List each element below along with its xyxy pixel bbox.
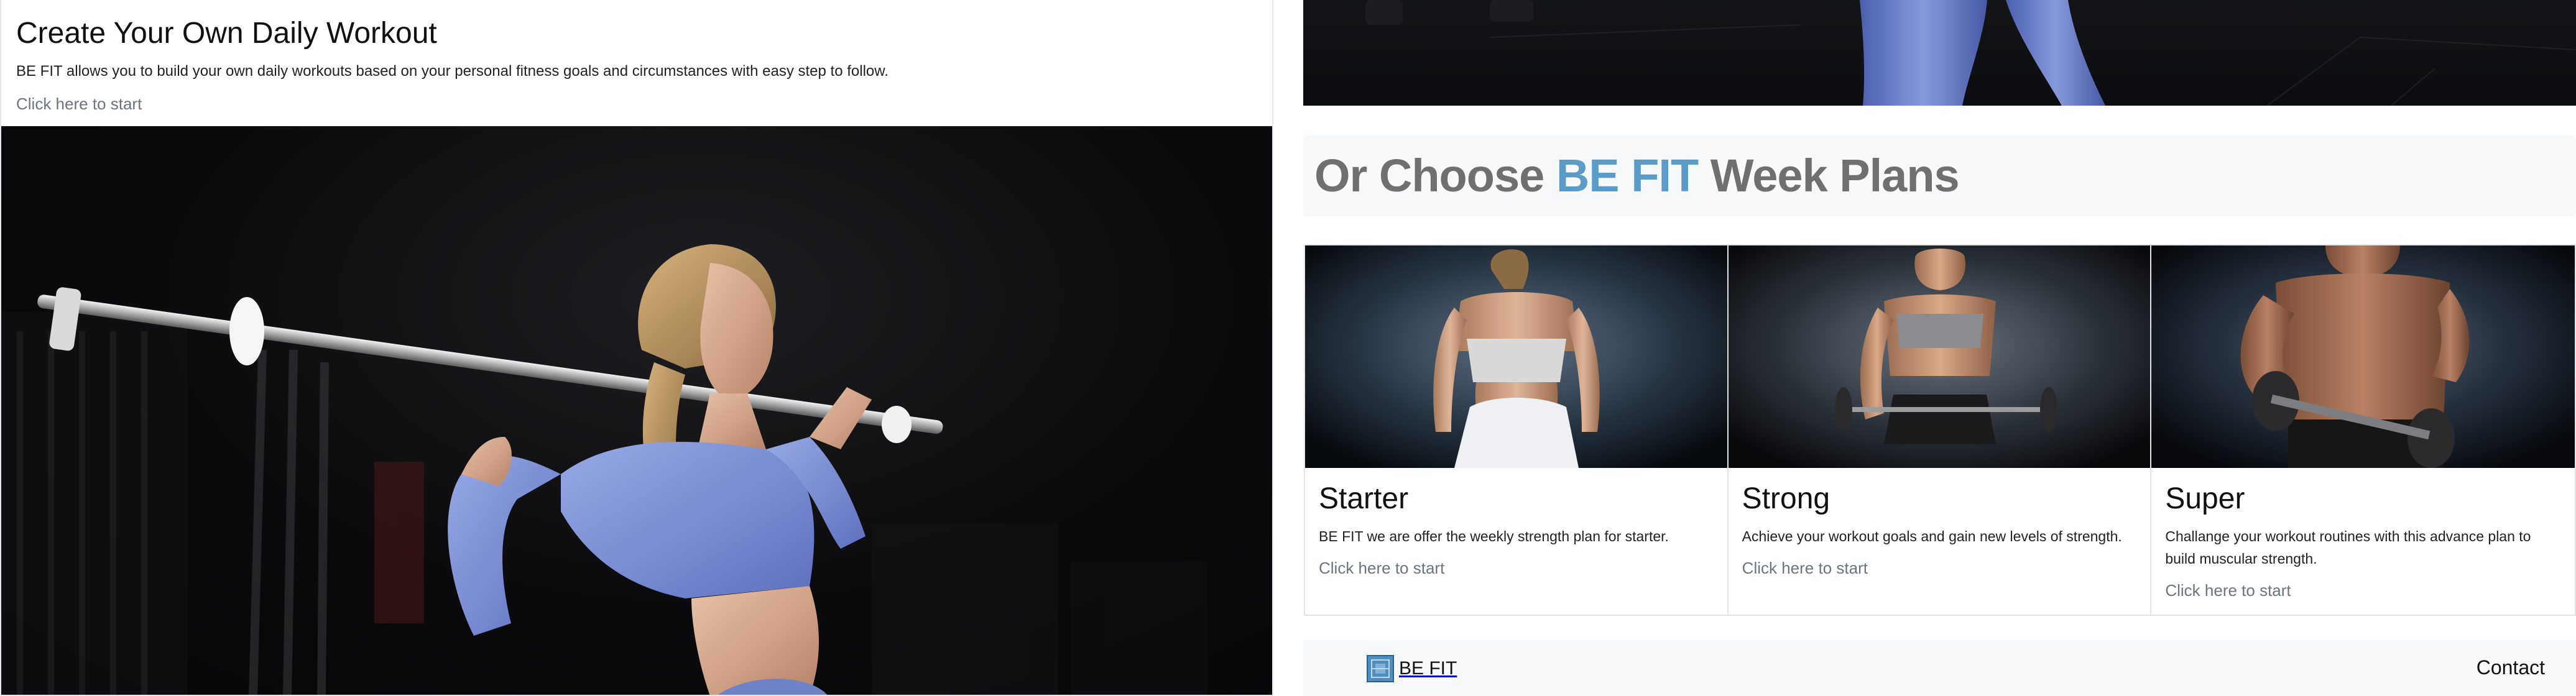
daily-workout-description: BE FIT allows you to build your own dail… xyxy=(16,63,889,80)
super-athlete-illustration xyxy=(2151,245,2575,468)
week-plans-heading-band: Or Choose BE FIT Week Plans xyxy=(1303,135,2576,216)
super-plan-photo xyxy=(2151,245,2575,468)
plan-card-strong: Strong Achieve your workout goals and ga… xyxy=(1728,245,2152,615)
contact-link[interactable]: Contact xyxy=(2477,656,2545,679)
strong-plan-photo xyxy=(1728,245,2151,468)
super-plan-title: Super xyxy=(2165,482,2245,515)
strong-athlete-illustration xyxy=(1728,245,2151,468)
plan-card-starter: Starter BE FIT we are offer the weekly s… xyxy=(1305,245,1729,615)
starter-plan-title: Starter xyxy=(1319,482,1409,515)
be-fit-logo-icon xyxy=(1367,655,1394,682)
starter-plan-photo xyxy=(1305,245,1727,468)
woman-barbell-illustration xyxy=(1,244,1207,695)
daily-workout-card-body: Create Your Own Daily Workout BE FIT all… xyxy=(1,0,1272,126)
strong-plan-title: Strong xyxy=(1742,482,1830,515)
week-plans-heading-suffix: Week Plans xyxy=(1698,150,1960,201)
starter-plan-description: BE FIT we are offer the weekly strength … xyxy=(1319,528,1669,544)
week-plans-heading-prefix: Or Choose xyxy=(1314,150,1556,201)
daily-workout-start-link[interactable]: Click here to start xyxy=(16,94,142,114)
daily-workout-card: Create Your Own Daily Workout BE FIT all… xyxy=(0,0,1273,696)
super-plan-description: Challange your workout routines with thi… xyxy=(2165,528,2531,567)
starter-plan-start-link[interactable]: Click here to start xyxy=(1319,559,1444,578)
plan-card-super: Super Challange your workout routines wi… xyxy=(2151,245,2575,615)
starter-plan-body: Starter BE FIT we are offer the weekly s… xyxy=(1305,468,1727,578)
brand-link[interactable]: BE FIT xyxy=(1367,655,1457,682)
week-plans-card-group: Starter BE FIT we are offer the weekly s… xyxy=(1304,244,2576,616)
starter-athlete-illustration xyxy=(1305,245,1727,468)
strong-plan-start-link[interactable]: Click here to start xyxy=(1742,559,1868,578)
week-plans-heading: Or Choose BE FIT Week Plans xyxy=(1314,149,1960,202)
daily-workout-title: Create Your Own Daily Workout xyxy=(16,17,437,50)
brand-name: BE FIT xyxy=(1399,658,1457,679)
footer-navbar: BE FIT Contact xyxy=(1303,640,2576,696)
strong-plan-description: Achieve your workout goals and gain new … xyxy=(1742,528,2122,544)
strong-plan-body: Strong Achieve your workout goals and ga… xyxy=(1729,468,2151,578)
super-plan-body: Super Challange your workout routines wi… xyxy=(2151,468,2575,600)
legs-banner-illustration xyxy=(1365,0,2576,106)
super-plan-start-link[interactable]: Click here to start xyxy=(2165,581,2291,600)
woman-barbell-photo xyxy=(1,126,1272,695)
week-plans-heading-brand: BE FIT xyxy=(1556,150,1699,201)
legs-banner-photo xyxy=(1303,0,2576,106)
